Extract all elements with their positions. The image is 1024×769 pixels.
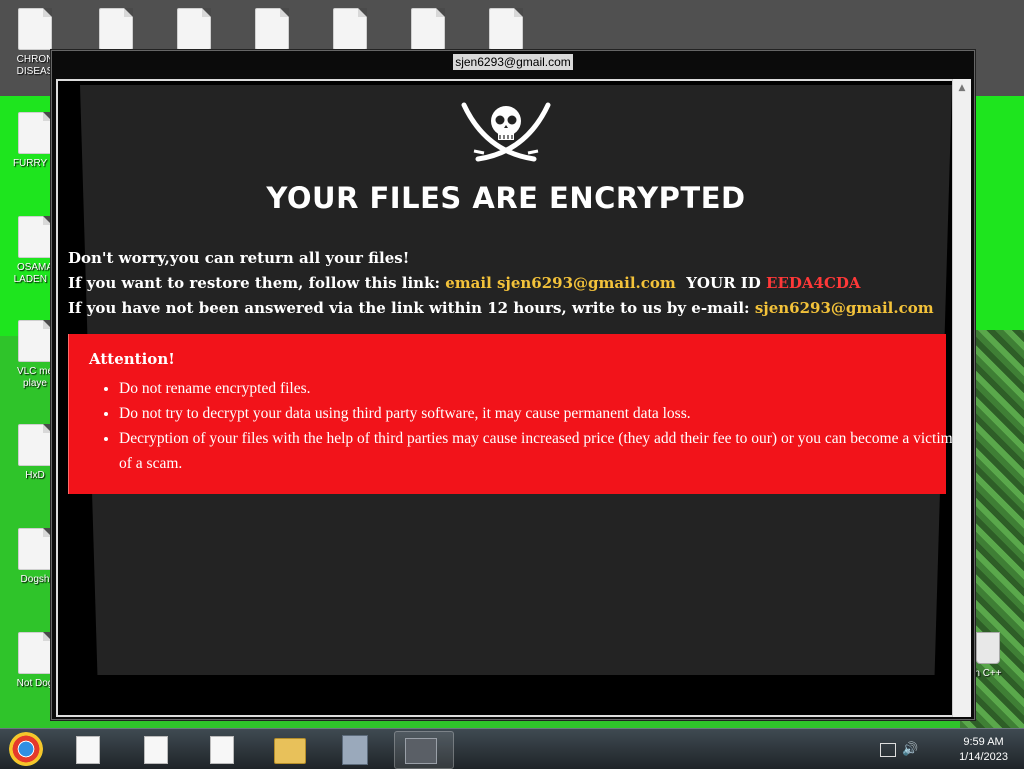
document-icon	[18, 424, 52, 466]
taskbar-item[interactable]	[260, 731, 318, 767]
document-icon	[210, 736, 234, 764]
message-line-3: If you have not been answered via the li…	[68, 299, 934, 317]
desktop-icon[interactable]	[242, 8, 302, 54]
desktop-icon[interactable]	[86, 8, 146, 54]
document-icon	[18, 112, 52, 154]
list-item: Do not rename encrypted files.	[119, 376, 954, 401]
attention-title: Attention!	[89, 350, 175, 368]
desktop-icon[interactable]	[398, 8, 458, 54]
network-icon[interactable]	[880, 743, 896, 757]
vertical-scrollbar[interactable]: ▲	[952, 79, 971, 717]
desktop-icon[interactable]	[320, 8, 380, 54]
desktop-icon[interactable]	[476, 8, 536, 54]
document-icon	[255, 8, 289, 50]
message-line-1: Don't worry,you can return all your file…	[68, 249, 410, 267]
setup-file-icon	[489, 8, 523, 50]
victim-id: EEDA4CDA	[766, 274, 861, 292]
email-link[interactable]: email sjen6293@gmail.com	[445, 274, 676, 292]
document-icon	[411, 8, 445, 50]
scroll-up-icon[interactable]: ▲	[953, 79, 971, 97]
document-icon	[18, 216, 52, 258]
ransom-note-window: sjen6293@gmail.com YOUR FILES ARE ENCRYP…	[51, 50, 975, 720]
document-icon	[177, 8, 211, 50]
recycle-bin-icon	[976, 632, 1000, 664]
window-app-icon	[405, 738, 437, 764]
message-line-2: If you want to restore them, follow this…	[68, 274, 861, 292]
contact-email: sjen6293@gmail.com	[754, 299, 934, 317]
clock[interactable]: 9:59 AM 1/14/2023	[959, 735, 1008, 765]
taskbar: 🔊 9:59 AM 1/14/2023	[0, 728, 1024, 769]
file-explorer-icon	[274, 738, 306, 764]
document-icon	[144, 736, 168, 764]
taskbar-item[interactable]	[126, 731, 184, 767]
taskbar-item[interactable]	[326, 731, 384, 767]
document-icon	[18, 8, 52, 50]
setup-icon	[342, 735, 368, 765]
chrome-start-orb-icon[interactable]	[9, 732, 43, 766]
document-icon	[76, 736, 100, 764]
taskbar-item[interactable]	[58, 731, 116, 767]
note-content: YOUR FILES ARE ENCRYPTED Don't worry,you…	[56, 79, 956, 717]
clock-time: 9:59 AM	[963, 736, 1004, 748]
document-icon	[18, 320, 52, 362]
window-title: sjen6293@gmail.com	[453, 54, 573, 70]
document-icon	[18, 528, 52, 570]
taskbar-item-active[interactable]	[394, 731, 454, 769]
desktop-icon[interactable]	[164, 8, 224, 54]
taskbar-item[interactable]	[192, 731, 250, 767]
clock-date: 1/14/2023	[959, 751, 1008, 763]
system-tray: 🔊 9:59 AM 1/14/2023	[876, 733, 1016, 765]
list-item: Do not try to decrypt your data using th…	[119, 401, 954, 426]
document-icon	[333, 8, 367, 50]
list-item: Decryption of your files with the help o…	[119, 426, 954, 476]
headline: YOUR FILES ARE ENCRYPTED	[266, 181, 746, 215]
volume-icon[interactable]: 🔊	[902, 741, 918, 757]
attention-list: Do not rename encrypted files. Do not tr…	[99, 376, 954, 476]
document-icon	[99, 8, 133, 50]
document-icon	[18, 632, 52, 674]
attention-box: Attention! Do not rename encrypted files…	[68, 334, 953, 494]
skull-and-crossed-swords-icon	[461, 102, 551, 162]
